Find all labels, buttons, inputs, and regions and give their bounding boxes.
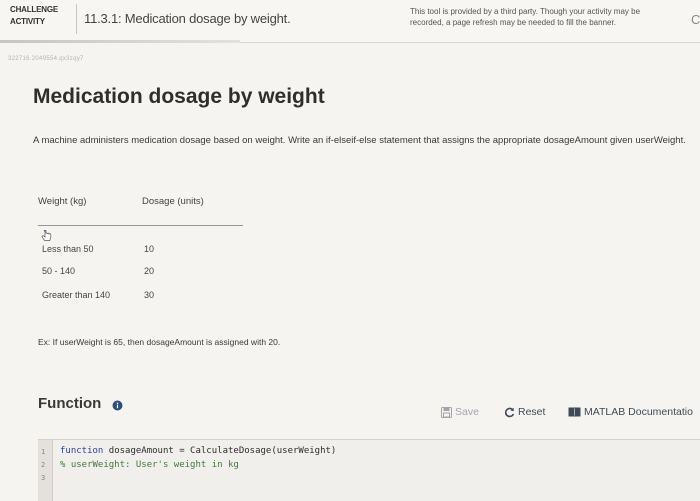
row-weight: Less than 50 <box>42 244 94 254</box>
problem-title: Medication dosage by weight <box>33 85 325 108</box>
row-dosage: 20 <box>144 266 155 276</box>
activity-code: 322716.2049554.qx3zqy7 <box>8 56 84 62</box>
header-edge-text: C <box>691 12 700 27</box>
table-header-dosage: Dosage (units) <box>142 196 204 207</box>
code-keyword: function <box>60 446 104 456</box>
badge-line-1: CHALLENGE <box>10 5 58 14</box>
row-weight: 50 - 140 <box>42 266 76 276</box>
table-row: 50 - 140 20 <box>38 266 243 280</box>
line-number: 2 <box>41 461 46 469</box>
table-divider <box>38 225 243 226</box>
line-number: 1 <box>41 448 46 456</box>
code-text: dosageAmount = CalculateDosage(userWeigh… <box>103 446 337 456</box>
example-text: Ex: If userWeight is 65, then dosageAmou… <box>38 337 281 347</box>
row-dosage: 10 <box>144 244 155 254</box>
table-row: Less than 50 10 <box>38 244 243 258</box>
matlab-documentation-link[interactable]: MATLAB Documentatio <box>568 404 693 420</box>
problem-description: A machine administers medication dosage … <box>33 135 686 146</box>
save-icon <box>441 406 452 418</box>
activity-header: CHALLENGE ACTIVITY 11.3.1: Medication do… <box>0 0 700 43</box>
reset-button[interactable]: Reset <box>504 404 545 420</box>
dosage-table: Weight (kg) Dosage (units) Less than 50 … <box>38 196 243 306</box>
code-editor[interactable]: 1 2 3 function dosageAmount = CalculateD… <box>38 439 700 501</box>
row-weight: Greater than 140 <box>42 290 111 300</box>
info-icon[interactable] <box>112 400 123 411</box>
save-button[interactable]: Save <box>441 404 479 420</box>
activity-title: 11.3.1: Medication dosage by weight. <box>84 11 291 26</box>
function-heading: Function <box>38 395 102 412</box>
notice-line-1: This tool is provided by a third party. … <box>410 7 641 16</box>
table-header-weight: Weight (kg) <box>38 196 87 207</box>
matlab-label: MATLAB Documentatio <box>584 406 693 418</box>
save-label: Save <box>455 406 479 418</box>
table-row: Greater than 140 30 <box>38 290 243 304</box>
code-comment: % userWeight: User's weight in kg <box>60 460 239 470</box>
row-dosage: 30 <box>144 290 155 300</box>
line-number-gutter: 1 2 3 <box>38 440 53 501</box>
notice-line-2: recorded, a page refresh may be needed t… <box>410 18 616 27</box>
code-line[interactable]: function dosageAmount = CalculateDosage(… <box>60 446 336 456</box>
challenge-activity-badge: CHALLENGE ACTIVITY <box>10 4 70 34</box>
header-divider <box>76 4 77 34</box>
third-party-notice: This tool is provided by a third party. … <box>410 6 690 28</box>
page: CHALLENGE ACTIVITY 11.3.1: Medication do… <box>0 0 700 501</box>
badge-line-2: ACTIVITY <box>10 17 45 26</box>
code-line[interactable]: % userWeight: User's weight in kg <box>60 460 239 470</box>
progress-strip <box>0 40 240 43</box>
reset-label: Reset <box>518 406 546 418</box>
pointer-cursor-icon <box>41 230 52 241</box>
matlab-icon <box>568 407 581 417</box>
line-number: 3 <box>41 474 46 482</box>
reset-icon <box>504 407 515 417</box>
